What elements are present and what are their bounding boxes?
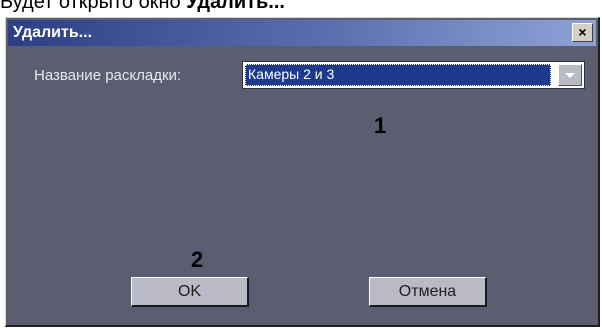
close-icon: × xyxy=(578,24,587,40)
close-button[interactable]: × xyxy=(572,23,593,42)
layout-name-label: Название раскладки: xyxy=(34,67,182,84)
cancel-button[interactable]: Отмена xyxy=(369,277,487,307)
intro-text: Будет открыто окно xyxy=(0,0,187,13)
layout-name-selected-value[interactable]: Камеры 2 и 3 xyxy=(245,64,551,86)
chevron-down-icon[interactable] xyxy=(558,64,582,86)
ok-button[interactable]: OK xyxy=(131,277,249,307)
title-bar[interactable]: Удалить... × xyxy=(8,20,596,46)
page: Будет открыто окно Удалить... Удалить...… xyxy=(0,0,602,329)
window-title: Удалить... xyxy=(13,24,93,41)
annotation-marker-1: 1 xyxy=(374,113,387,138)
layout-name-combobox[interactable]: Камеры 2 и 3 xyxy=(242,61,585,89)
intro-bold-text: Удалить... xyxy=(186,0,285,13)
document-intro-text: Будет открыто окно Удалить... xyxy=(0,0,285,13)
annotation-marker-2: 2 xyxy=(191,247,204,272)
delete-dialog: Удалить... × Название раскладки: Камеры … xyxy=(5,17,600,327)
